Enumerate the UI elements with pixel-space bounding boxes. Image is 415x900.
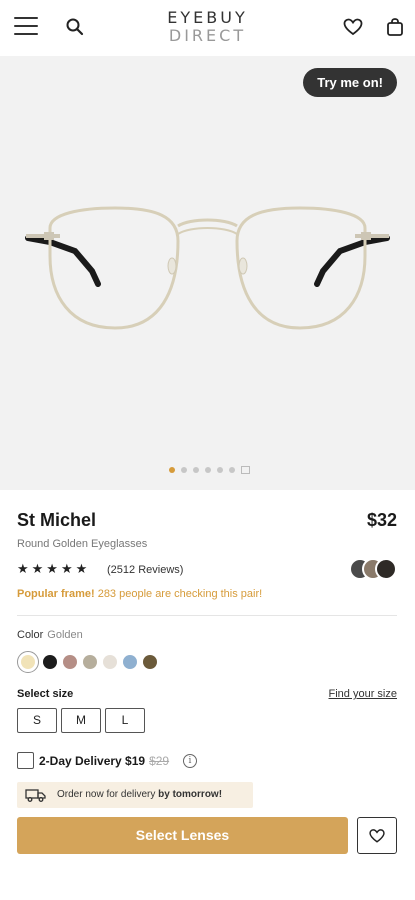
color-swatch[interactable] <box>103 655 117 669</box>
divider <box>17 615 397 616</box>
pagination-dot[interactable] <box>180 466 187 473</box>
review-count[interactable]: (2512 Reviews) <box>107 564 183 576</box>
popular-notice: Popular frame! 283 people are checking t… <box>17 588 262 600</box>
select-lenses-button[interactable]: Select Lenses <box>17 817 348 854</box>
heart-icon[interactable] <box>342 16 364 38</box>
pagination-dot[interactable] <box>168 466 175 473</box>
eyeglasses-image <box>25 206 390 330</box>
swatch-fill <box>21 655 35 669</box>
color-swatch-golden[interactable] <box>17 651 39 673</box>
pagination-dot[interactable] <box>228 466 235 473</box>
color-swatch[interactable] <box>123 655 137 669</box>
popular-text: 283 people are checking this pair! <box>94 588 263 600</box>
pagination-dot[interactable] <box>192 466 199 473</box>
banner-text: Order now for delivery by tomorrow! <box>57 789 222 800</box>
color-label-text: Color <box>17 629 44 641</box>
product-name: St Michel <box>17 510 97 530</box>
customer-photos[interactable] <box>349 558 397 580</box>
color-swatch[interactable] <box>63 655 77 669</box>
try-on-button[interactable]: Try me on! <box>303 68 397 97</box>
color-swatch[interactable] <box>43 655 57 669</box>
size-option-m[interactable]: M <box>61 708 101 733</box>
color-swatch[interactable] <box>83 655 97 669</box>
image-pagination <box>0 461 415 479</box>
pagination-dot[interactable] <box>216 466 223 473</box>
bag-icon[interactable] <box>384 16 406 38</box>
info-icon[interactable]: i <box>183 754 197 768</box>
image-gallery-icon[interactable] <box>240 465 250 474</box>
truck-icon <box>25 789 46 802</box>
heart-icon <box>369 829 385 843</box>
color-value: Golden <box>47 629 83 641</box>
avatar <box>375 558 397 580</box>
banner-prefix: Order now for delivery <box>57 789 159 800</box>
product-subtitle: Round Golden Eyeglasses <box>17 538 148 550</box>
delivery-label: 2-Day Delivery $19 <box>39 754 146 768</box>
popular-label: Popular frame! <box>17 588 95 600</box>
pagination-dot[interactable] <box>204 466 211 473</box>
color-label: Color Golden <box>17 629 83 641</box>
size-label: Select size <box>17 688 74 700</box>
size-option-s[interactable]: S <box>17 708 57 733</box>
wishlist-button[interactable] <box>357 817 397 854</box>
banner-bold: by tomorrow! <box>158 789 223 800</box>
find-size-link[interactable]: Find your size <box>329 688 397 700</box>
product-image-gallery[interactable]: Try me on! <box>0 56 415 490</box>
color-swatch[interactable] <box>143 655 157 669</box>
delivery-banner: Order now for delivery by tomorrow! <box>17 782 253 808</box>
delivery-option[interactable]: 2-Day Delivery $19 $29 <box>39 754 169 768</box>
delivery-old-price: $29 <box>149 754 170 768</box>
product-price: $32 <box>366 510 397 530</box>
top-header: EYEBUY DIRECT <box>0 0 415 56</box>
rating-stars[interactable]: ★★★★★ <box>17 561 90 577</box>
delivery-checkbox[interactable] <box>17 752 34 769</box>
size-option-l[interactable]: L <box>105 708 145 733</box>
